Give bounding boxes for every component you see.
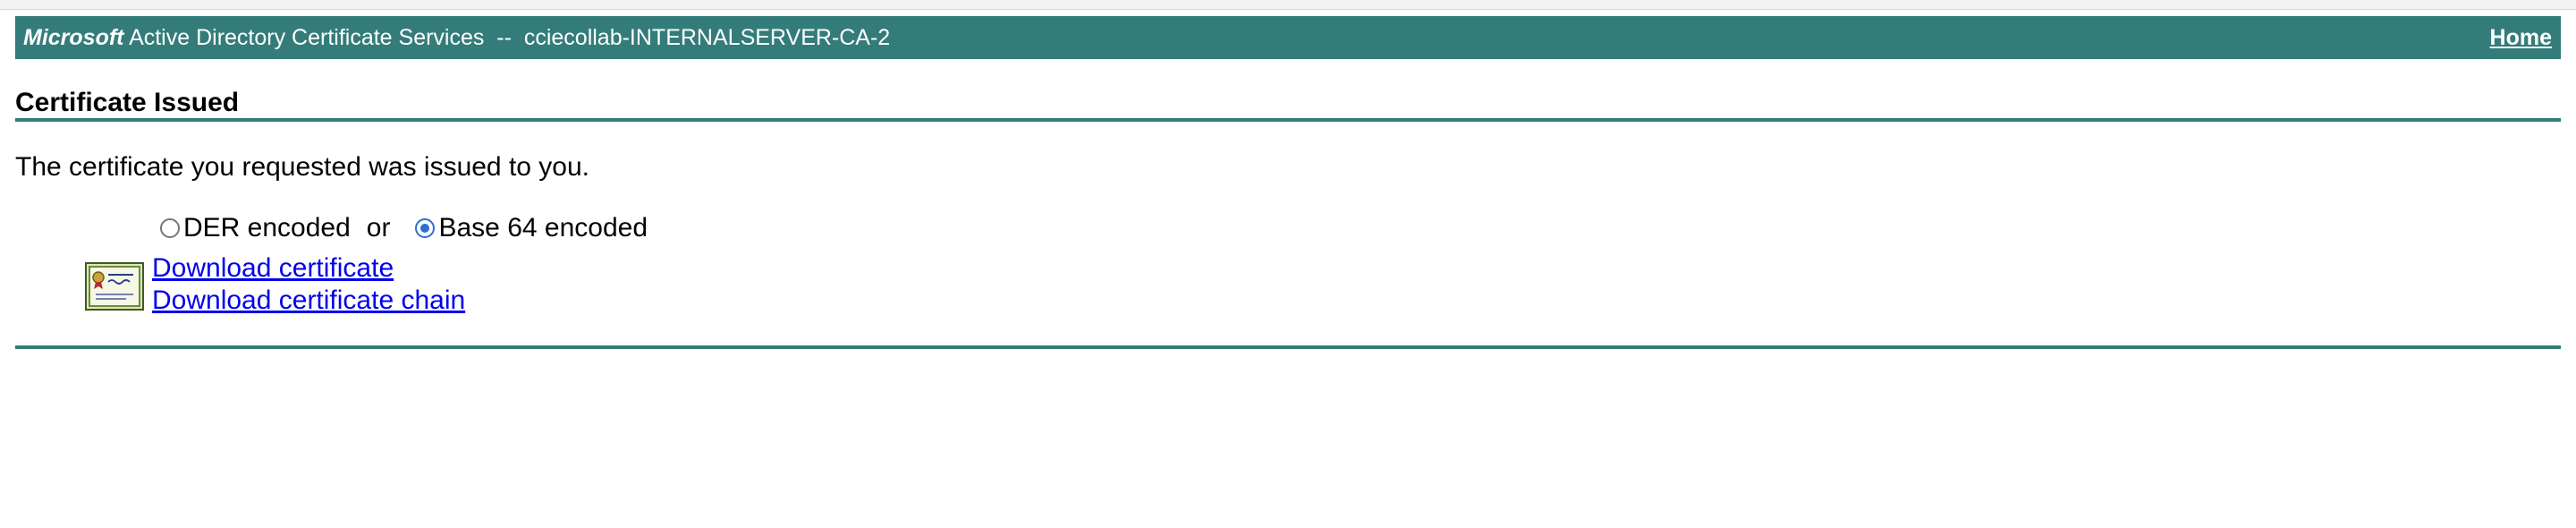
- base64-encoded-radio[interactable]: [415, 218, 436, 238]
- brand-name: Microsoft: [23, 24, 124, 50]
- certificate-icon[interactable]: [85, 262, 144, 311]
- footer-divider: [15, 345, 2561, 349]
- download-certificate-chain-link[interactable]: Download certificate chain: [152, 285, 465, 317]
- banner-title: Microsoft Active Directory Certificate S…: [23, 25, 890, 51]
- home-link[interactable]: Home: [2490, 25, 2552, 51]
- title-divider: [15, 118, 2561, 122]
- der-encoded-radio[interactable]: [160, 218, 180, 238]
- base64-encoded-label[interactable]: Base 64 encoded: [438, 213, 648, 243]
- page-title: Certificate Issued: [15, 88, 240, 117]
- header-banner: Microsoft Active Directory Certificate S…: [15, 16, 2561, 59]
- download-certificate-link[interactable]: Download certificate: [152, 252, 465, 285]
- der-encoded-label[interactable]: DER encoded: [183, 213, 351, 243]
- service-name: Active Directory Certificate Services --…: [123, 24, 891, 50]
- encoding-options: DER encoded or Base 64 encoded: [160, 213, 648, 243]
- browser-top-strip: [0, 0, 2576, 10]
- issued-message: The certificate you requested was issued…: [15, 152, 590, 182]
- download-links: Download certificate Download certificat…: [152, 252, 465, 317]
- encoding-separator: or: [366, 213, 391, 243]
